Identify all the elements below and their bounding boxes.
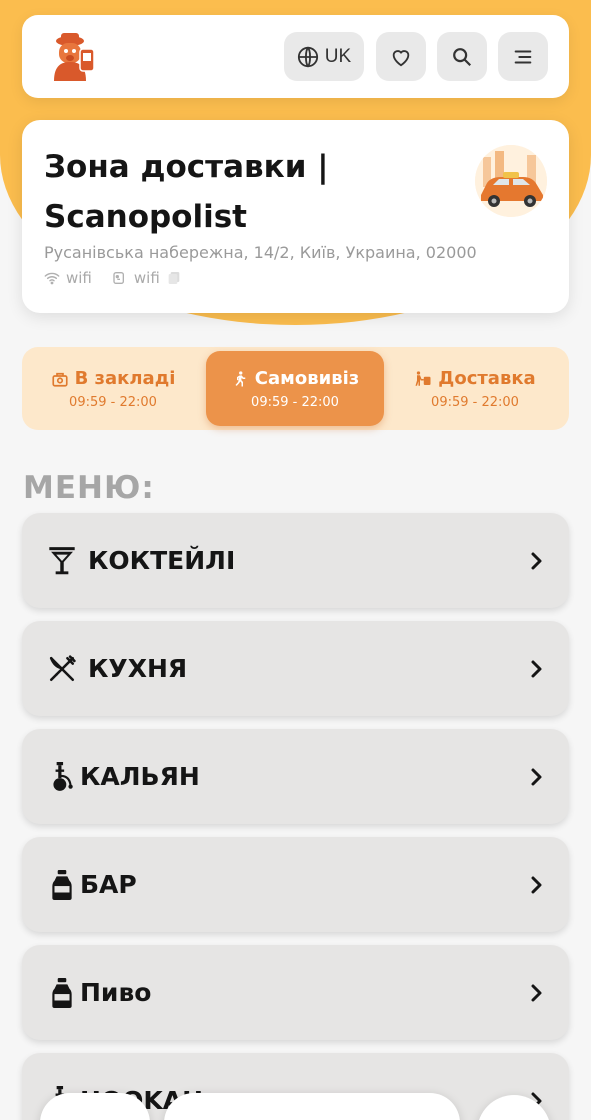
dog-detective-logo-icon[interactable] [48,31,104,81]
mode-label: В закладі [74,368,176,389]
venue-title: Зона доставки | Scanopolist [44,149,329,235]
copy-icon[interactable] [166,270,182,286]
heart-icon [392,49,410,66]
chevron-right-icon [531,768,542,785]
category-kitchen[interactable]: КУХНЯ [22,621,569,716]
hookah-icon [53,761,73,791]
mode-pickup[interactable]: Самовивіз 09:59 - 22:00 [206,351,384,426]
menu-button[interactable] [498,32,548,81]
service-mode-switcher: В закладі 09:59 - 22:00 Самовивіз 09:59 … [22,347,569,430]
mode-hours: 09:59 - 22:00 [69,395,157,410]
mode-dine-in[interactable]: В закладі 09:59 - 22:00 [24,351,202,426]
category-label: КУХНЯ [88,654,188,683]
delivery-icon [415,370,431,386]
top-bar: UK [22,15,569,98]
favorites-button[interactable] [376,32,426,81]
mode-hours: 09:59 - 22:00 [251,395,339,410]
wifi-info: wifi wifi [44,269,182,287]
category-label: Пиво [80,978,152,1007]
nav-actions-pill[interactable] [164,1093,460,1120]
language-label: UK [324,45,352,67]
chevron-right-icon [531,984,542,1001]
nav-arrows-pill[interactable] [40,1093,150,1120]
wifi-icon [44,272,60,285]
mode-label: Самовивіз [254,368,360,389]
venue-address[interactable]: Русанівська набережна, 14/2, Київ, Украи… [44,243,477,262]
category-cocktails[interactable]: КОКТЕЙЛІ [22,513,569,608]
utensils-icon [49,654,76,681]
menu-heading: МЕНЮ: [23,470,155,506]
category-label: КАЛЬЯН [80,762,200,791]
venue-photo [475,145,547,217]
restaurant-icon [51,372,68,387]
bottom-navigation [40,1093,460,1120]
chevron-right-icon [531,660,542,677]
category-label: КОКТЕЙЛІ [88,546,236,575]
bottle-icon [52,977,72,1008]
bottle-icon [52,869,72,900]
language-button[interactable]: UK [284,32,364,81]
globe-icon [297,46,318,67]
mode-delivery[interactable]: Доставка 09:59 - 22:00 [386,351,564,426]
cocktail-icon [49,546,75,574]
category-beer[interactable]: Пиво [22,945,569,1040]
password-icon [113,272,124,284]
search-button[interactable] [437,32,487,81]
chevron-right-icon [531,876,542,893]
category-hookah[interactable]: КАЛЬЯН [22,729,569,824]
chevron-right-icon [531,552,542,569]
category-bar[interactable]: БАР [22,837,569,932]
walking-icon [235,370,246,386]
mode-label: Доставка [438,368,536,389]
search-icon [453,47,472,66]
wifi-name: wifi [66,269,92,287]
wifi-password: wifi [133,269,160,287]
venue-card: Зона доставки | Scanopolist Русанівська … [22,120,569,313]
mode-hours: 09:59 - 22:00 [431,395,519,410]
menu-icon [514,49,532,64]
category-label: БАР [80,870,137,899]
